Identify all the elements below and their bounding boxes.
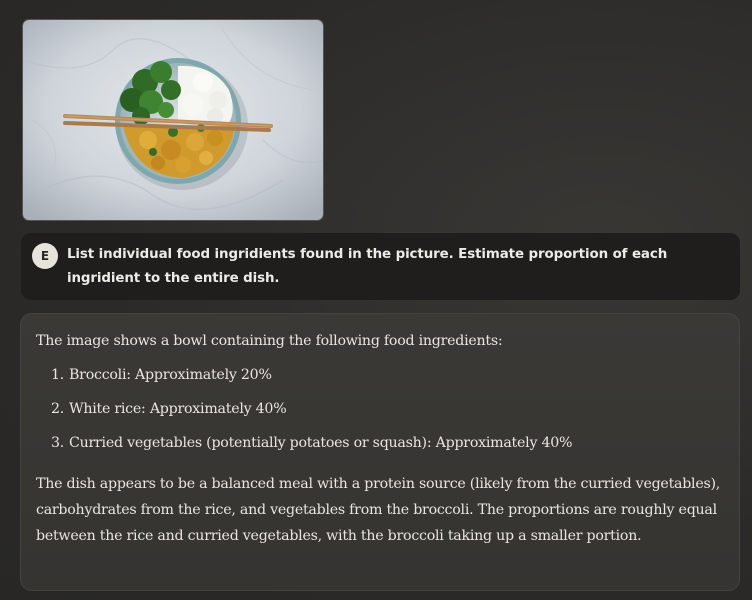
chat-conversation: E List individual food ingridients found… [0,0,752,600]
list-item-text: White rice: Approximately 40% [69,401,287,417]
list-item: 3. Curried vegetables (potentially potato… [51,432,573,466]
list-item-number: 3. [51,435,65,451]
list-item-number: 2. [51,401,65,417]
user-message: E List individual food ingridients found… [21,233,740,300]
list-item: 1. Broccoli: Approximately 20% [51,364,572,398]
list-item: 2. White rice: Approximately 40% [51,398,572,432]
attached-food-image[interactable] [22,19,324,221]
response-intro: The image shows a bowl containing the fo… [36,333,503,349]
response-summary: The dish appears to be a balanced meal w… [36,476,721,544]
user-message-text: List individual food ingridients found i… [67,247,668,286]
user-avatar[interactable]: E [32,243,58,269]
assistant-response: The image shows a bowl containing the fo… [20,313,740,591]
ingredient-list: 1. Broccoli: Approximately 20% 2. White ri… [51,364,573,466]
list-item-number: 1. [51,367,65,383]
list-item-text: Broccoli: Approximately 20% [69,367,272,383]
list-item-text: Curried vegetables (potentially potatoes… [69,435,573,451]
food-bowl-photo-icon [23,20,323,220]
